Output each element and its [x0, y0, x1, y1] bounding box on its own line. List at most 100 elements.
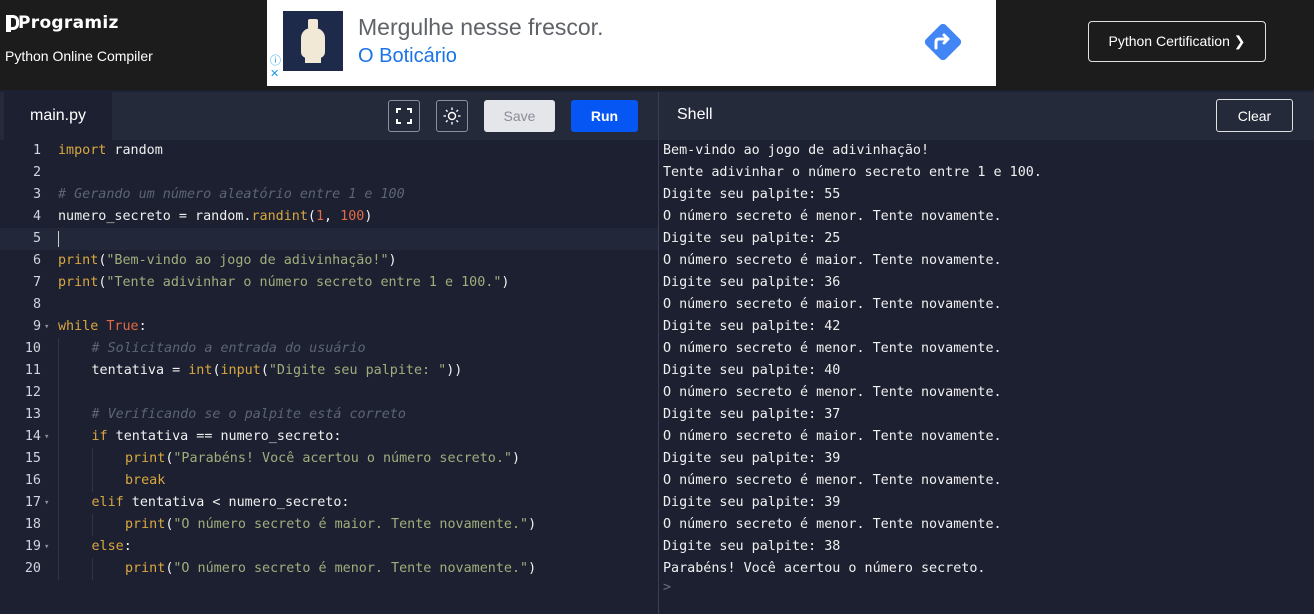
- code-text[interactable]: # Gerando um número aleatório entre 1 e …: [58, 184, 405, 206]
- code-line[interactable]: 10 # Solicitando a entrada do usuário: [0, 338, 658, 360]
- fold-toggle-icon[interactable]: ▾: [44, 316, 49, 338]
- code-text[interactable]: while True:: [58, 316, 147, 338]
- indent-guide: [58, 514, 59, 536]
- line-number: 18: [24, 517, 41, 532]
- code-text[interactable]: print("Bem-vindo ao jogo de adivinhação!…: [58, 250, 397, 272]
- code-token: int: [188, 363, 213, 378]
- fold-toggle-icon[interactable]: ▾: [44, 492, 49, 514]
- ad-title[interactable]: Mergulhe nesse frescor.: [358, 14, 603, 41]
- line-number: 14: [24, 429, 41, 444]
- ad-product-image[interactable]: [283, 11, 343, 71]
- code-token: print: [58, 275, 99, 290]
- line-number: 5: [32, 231, 41, 246]
- line-number: 17: [24, 495, 41, 510]
- code-token: True: [106, 319, 139, 334]
- theme-toggle-button[interactable]: [436, 100, 468, 132]
- code-token: ,: [324, 209, 341, 224]
- code-token: random: [106, 143, 163, 158]
- ad-brand[interactable]: O Boticário: [358, 45, 457, 68]
- code-line[interactable]: 8: [0, 294, 658, 316]
- run-button[interactable]: Run: [571, 100, 638, 132]
- code-text[interactable]: import random: [58, 140, 163, 162]
- code-text[interactable]: print("Parabéns! Você acertou o número s…: [125, 448, 520, 470]
- code-text[interactable]: print("O número secreto é menor. Tente n…: [125, 558, 536, 580]
- code-text[interactable]: numero_secreto = random.randint(1, 100): [58, 206, 372, 228]
- shell-output[interactable]: > Bem-vindo ao jogo de adivinhação! Tente…: [659, 140, 1314, 614]
- code-token: ): [528, 517, 537, 532]
- line-number: 8: [32, 297, 41, 312]
- code-line[interactable]: 18 print("O número secreto é maior. Tente…: [0, 514, 658, 536]
- ad-close-icon[interactable]: ✕: [270, 68, 281, 81]
- code-text[interactable]: if tentativa == numero_secreto:: [92, 426, 342, 448]
- code-token: ): [528, 561, 537, 576]
- tab-main-py[interactable]: main.py: [4, 92, 112, 140]
- indent-guide: [58, 448, 59, 470]
- code-token: "Parabéns! Você acertou o número secreto…: [173, 451, 512, 466]
- shell-output-line: O número secreto é menor. Tente novament…: [663, 341, 1002, 356]
- code-text[interactable]: tentativa = int(input("Digite seu palpit…: [92, 360, 463, 382]
- code-token: import: [58, 143, 107, 158]
- code-token: (: [260, 363, 269, 378]
- code-token: if: [91, 429, 108, 444]
- indent-guide: [58, 536, 59, 558]
- fold-toggle-icon[interactable]: ▾: [44, 536, 49, 558]
- indent-guide: [91, 558, 93, 580]
- code-text[interactable]: # Solicitando a entrada do usuário: [92, 338, 366, 360]
- code-line[interactable]: 15 print("Parabéns! Você acertou o número…: [0, 448, 658, 470]
- code-line[interactable]: 16 break: [0, 470, 658, 492]
- code-editor[interactable]: 1 import random 2 3 # Gerando um número alea…: [0, 140, 658, 614]
- shell-prompt[interactable]: >: [663, 580, 671, 595]
- shell-output-line: Digite seu palpite: 40: [663, 363, 841, 378]
- ad-info-icon[interactable]: ⓘ: [270, 55, 281, 68]
- code-token: "O número secreto é maior. Tente novamen…: [173, 517, 529, 532]
- fold-toggle-icon[interactable]: ▾: [44, 426, 49, 448]
- ad-info-close-icons[interactable]: ⓘ ✕: [270, 55, 281, 81]
- save-button[interactable]: Save: [484, 100, 555, 132]
- code-line[interactable]: 17 ▾ elif tentativa < numero_secreto:: [0, 492, 658, 514]
- code-token: numero_secreto = random.: [58, 209, 252, 224]
- code-line[interactable]: 20 print("O número secreto é menor. Tente…: [0, 558, 658, 580]
- code-token: (: [307, 209, 316, 224]
- code-text[interactable]: break: [125, 470, 165, 492]
- line-number: 9: [32, 319, 41, 334]
- shell-output-line: Digite seu palpite: 39: [663, 495, 841, 510]
- directions-arrow-icon[interactable]: [922, 21, 964, 63]
- code-text[interactable]: elif tentativa < numero_secreto:: [92, 492, 350, 514]
- shell-output-line: O número secreto é menor. Tente novament…: [663, 473, 1002, 488]
- logo-p-icon: [5, 12, 19, 34]
- code-line[interactable]: 4 numero_secreto = random.randint(1, 100): [0, 206, 658, 228]
- code-line[interactable]: 7 print("Tente adivinhar o número secreto…: [0, 272, 658, 294]
- code-text[interactable]: print("Tente adivinhar o número secreto …: [58, 272, 509, 294]
- code-line[interactable]: 12: [0, 382, 658, 404]
- code-line[interactable]: 9 ▾ while True:: [0, 316, 658, 338]
- shell-output-line: Digite seu palpite: 38: [663, 539, 841, 554]
- code-line[interactable]: 13 # Verificando se o palpite está corret…: [0, 404, 658, 426]
- code-token: )): [446, 363, 463, 378]
- code-token: while: [58, 319, 99, 334]
- code-token: print: [125, 451, 166, 466]
- code-text[interactable]: # Verificando se o palpite está correto: [92, 404, 406, 426]
- code-line[interactable]: 1 import random: [0, 140, 658, 162]
- code-line[interactable]: 11 tentativa = int(input("Digite seu palp…: [0, 360, 658, 382]
- code-text[interactable]: print("O número secreto é maior. Tente n…: [125, 514, 536, 536]
- advertisement-banner[interactable]: Mergulhe nesse frescor. O Boticário ⓘ ✕: [267, 0, 996, 86]
- shell-output-line: Parabéns! Você acertou o número secreto.: [663, 561, 986, 576]
- code-line[interactable]: 19 ▾ else:: [0, 536, 658, 558]
- shell-output-line: O número secreto é maior. Tente novament…: [663, 253, 1002, 268]
- code-text[interactable]: else:: [92, 536, 132, 558]
- programiz-logo[interactable]: Programiz: [5, 12, 119, 34]
- sun-icon: [443, 107, 461, 125]
- code-token: 100: [340, 209, 365, 224]
- code-token: :: [138, 319, 147, 334]
- fullscreen-button[interactable]: [388, 100, 420, 132]
- code-line[interactable]: 14 ▾ if tentativa == numero_secreto:: [0, 426, 658, 448]
- code-line[interactable]: 3 # Gerando um número aleatório entre 1 e…: [0, 184, 658, 206]
- code-token: elif: [91, 495, 124, 510]
- code-line[interactable]: 2: [0, 162, 658, 184]
- code-line[interactable]: 6 print("Bem-vindo ao jogo de adivinhação…: [0, 250, 658, 272]
- python-certification-button[interactable]: Python Certification ❯: [1088, 21, 1266, 62]
- code-token: # Verificando se o palpite está correto: [91, 407, 406, 422]
- indent-guide: [58, 426, 59, 448]
- clear-button[interactable]: Clear: [1216, 99, 1293, 132]
- code-line[interactable]: 5: [0, 228, 658, 250]
